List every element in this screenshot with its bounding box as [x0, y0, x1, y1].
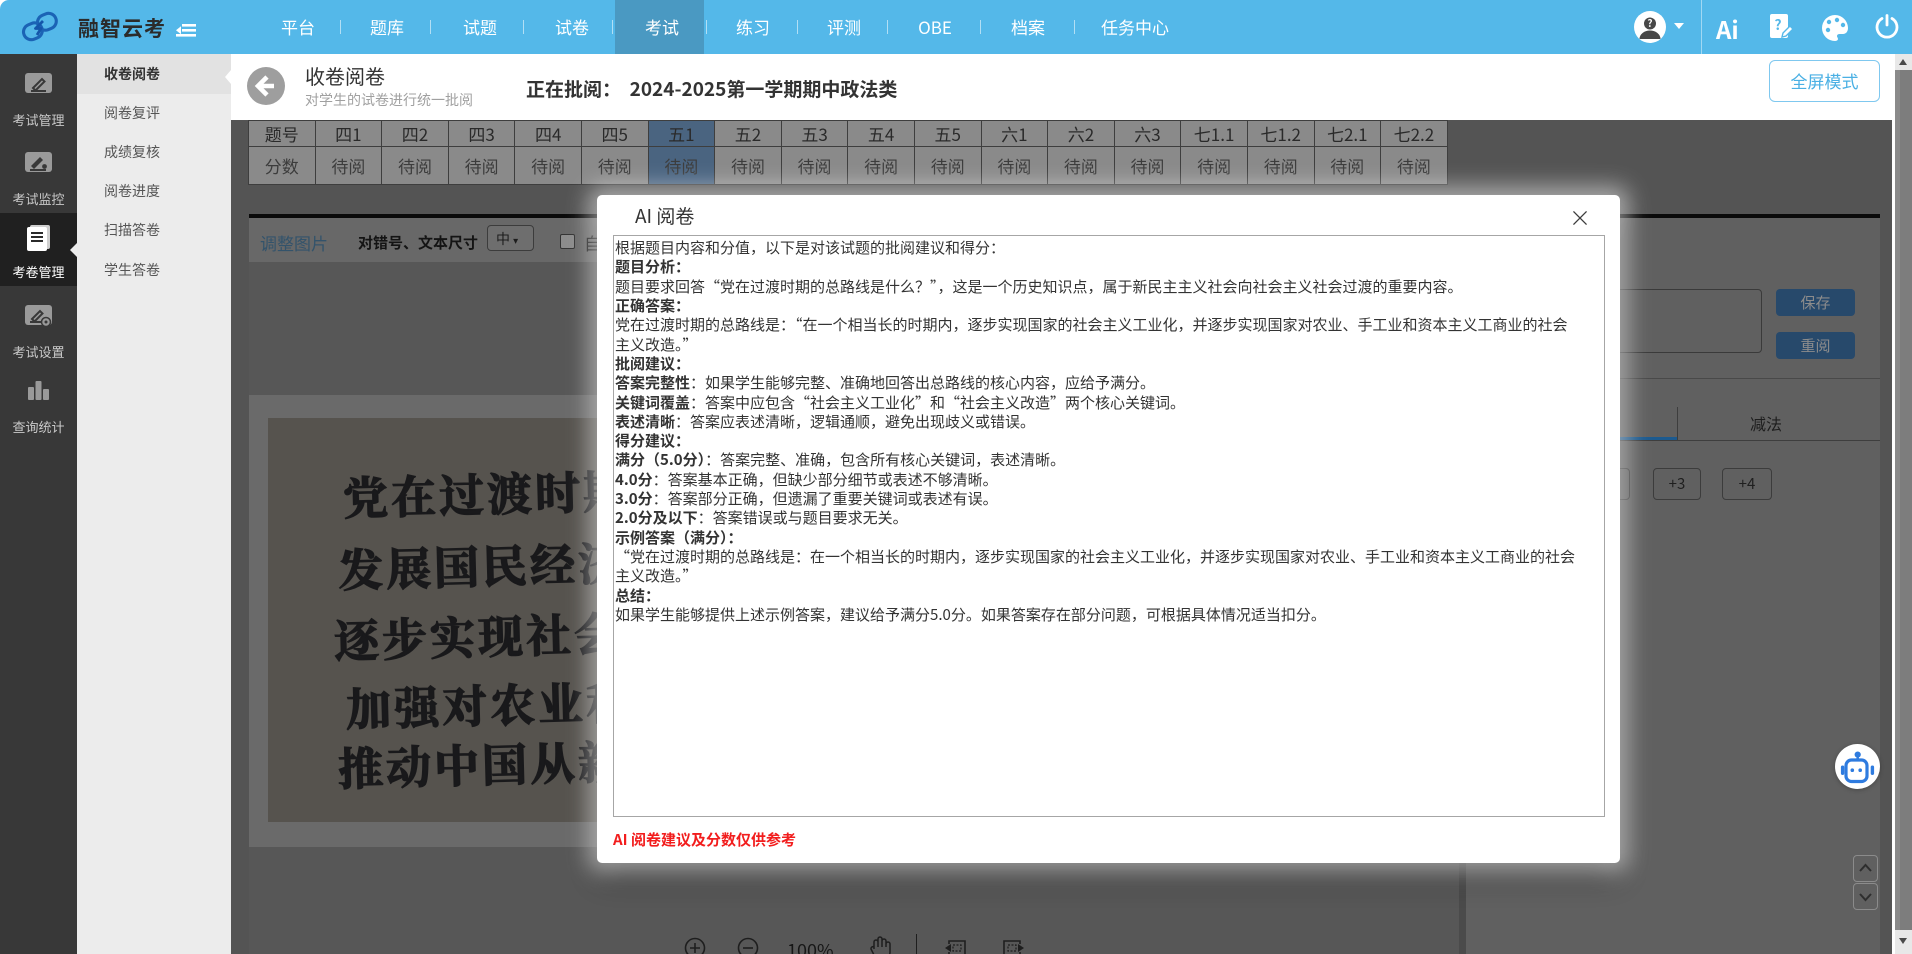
svg-text:?: ? [1774, 15, 1781, 35]
svg-text:?: ? [1647, 15, 1652, 30]
